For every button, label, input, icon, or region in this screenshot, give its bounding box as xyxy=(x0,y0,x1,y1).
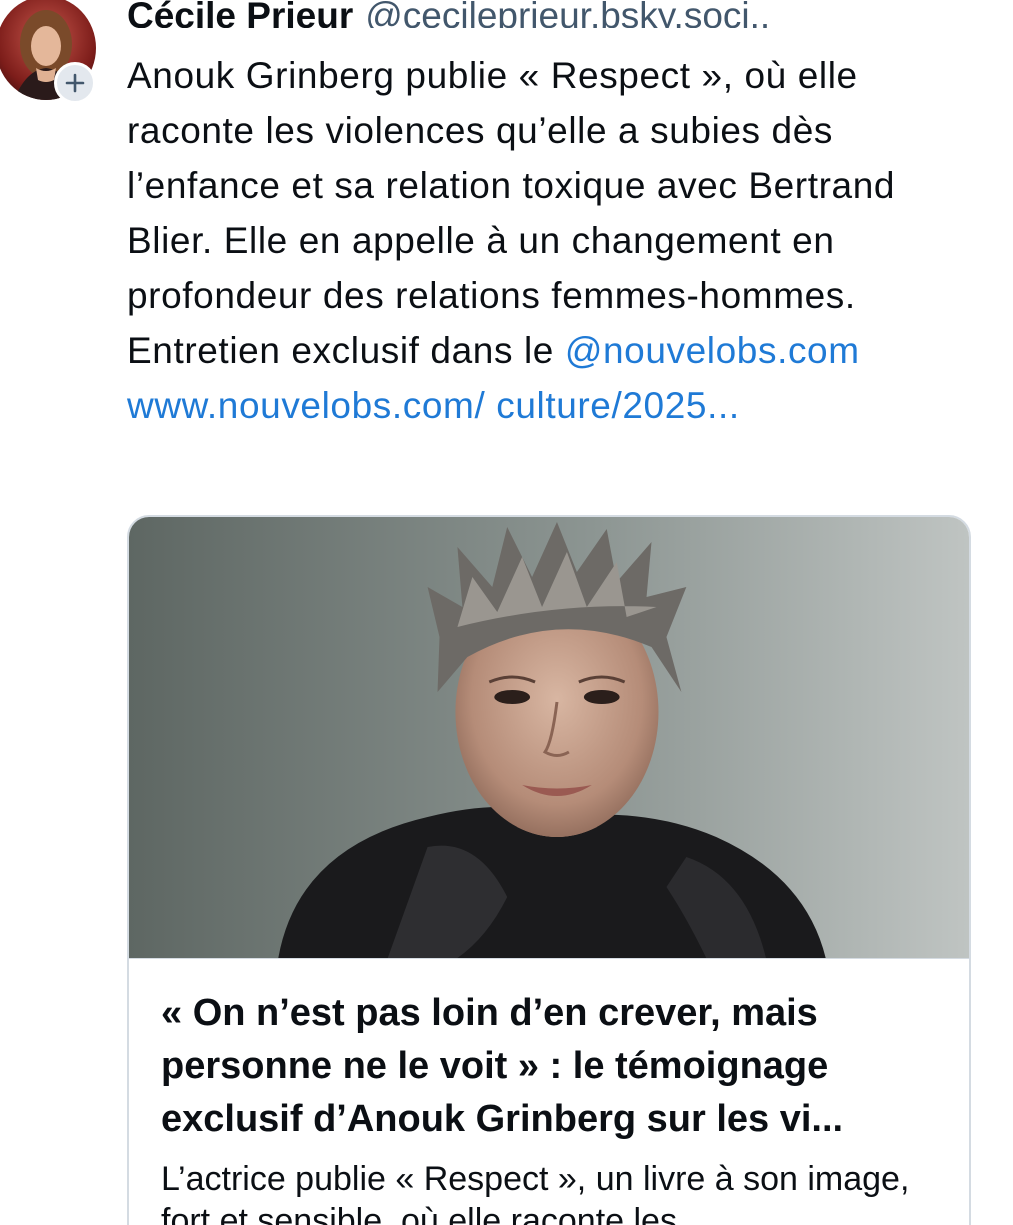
author-name[interactable]: Cécile Prieur xyxy=(127,0,353,28)
plus-icon xyxy=(65,73,85,93)
link-preview-card[interactable]: « On n’est pas loin d’en crever, mais pe… xyxy=(127,515,971,1225)
card-body: « On n’est pas loin d’en crever, mais pe… xyxy=(129,959,969,1225)
post-content: Cécile Prieur @cecileprieur.bsky.soci.. A… xyxy=(127,0,972,433)
follow-button[interactable] xyxy=(54,62,96,104)
post[interactable]: Cécile Prieur @cecileprieur.bsky.soci.. A… xyxy=(0,0,1013,1225)
card-image xyxy=(129,517,969,959)
card-description: L’actrice publie « Respect », un livre à… xyxy=(161,1160,910,1225)
mention-link[interactable]: @nouvelobs.com xyxy=(565,330,860,371)
post-text-body: Anouk Grinberg publie « Respect », où el… xyxy=(127,55,896,371)
card-title[interactable]: « On n’est pas loin d’en crever, mais pe… xyxy=(161,987,937,1146)
author-handle[interactable]: @cecileprieur.bsky.soci.. xyxy=(365,0,770,28)
post-header: Cécile Prieur @cecileprieur.bsky.soci.. xyxy=(127,0,972,28)
external-link[interactable]: www.nouvelobs.com/ culture/2025... xyxy=(127,385,740,426)
post-text: Anouk Grinberg publie « Respect », où el… xyxy=(127,48,972,433)
